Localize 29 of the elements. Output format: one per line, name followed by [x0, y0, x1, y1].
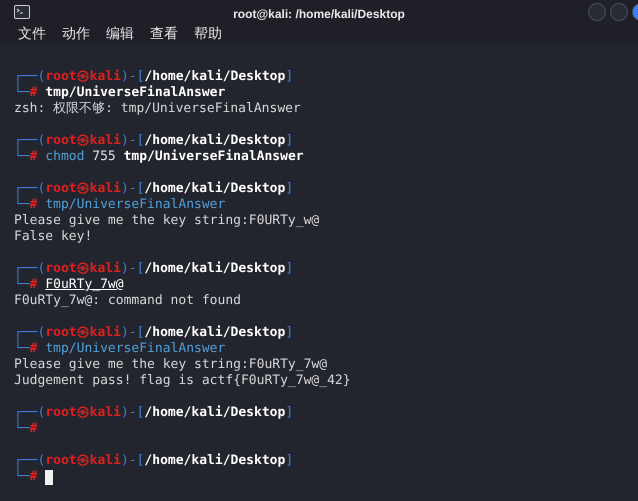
output-line: Please give me the key string:F0uRTy_7w@	[14, 357, 328, 373]
command-line: └─#	[14, 469, 38, 485]
prompt-line: ┌──(root㉿kali)-[/home/kali/Desktop]	[14, 405, 294, 420]
output-line: zsh: 权限不够: tmp/UniverseFinalAnswer	[14, 101, 301, 117]
prompt-line: ┌──(root㉿kali)-[/home/kali/Desktop]	[14, 181, 294, 196]
output-line: Judgement pass! flag is actf{F0uRTy_7w@_42}	[14, 373, 351, 389]
prompt-line: ┌──(root㉿kali)-[/home/kali/Desktop]	[14, 133, 294, 148]
menu-item[interactable]: 查看	[142, 25, 186, 44]
terminal-icon	[14, 4, 30, 19]
command-line: └─# tmp/UniverseFinalAnswer	[14, 341, 226, 357]
command-line: └─# tmp/UniverseFinalAnswer	[14, 197, 226, 213]
output-line: F0uRTy_7w@: command not found	[14, 293, 241, 309]
window-title: root@kali: /home/kali/Desktop	[233, 7, 405, 21]
command-line: └─# F0uRTy_7w@	[14, 277, 124, 293]
menu-item[interactable]: 文件	[10, 25, 54, 44]
prompt-line: ┌──(root㉿kali)-[/home/kali/Desktop]	[14, 325, 294, 340]
menu-item[interactable]: 帮助	[186, 25, 230, 44]
minimize-button[interactable]	[588, 2, 606, 21]
maximize-button[interactable]	[610, 2, 628, 21]
command-line: └─# chmod 755 tmp/UniverseFinalAnswer	[14, 149, 304, 165]
prompt-line: ┌──(root㉿kali)-[/home/kali/Desktop]	[14, 69, 294, 84]
command-line: └─# tmp/UniverseFinalAnswer	[14, 85, 226, 101]
command-line: └─#	[14, 421, 38, 437]
menu-item[interactable]: 编辑	[98, 25, 142, 44]
menu-item[interactable]: 动作	[54, 25, 98, 44]
prompt-line: ┌──(root㉿kali)-[/home/kali/Desktop]	[14, 261, 294, 276]
output-line: False key!	[14, 229, 92, 245]
output-line: Please give me the key string:F0URTy_w@	[14, 213, 320, 229]
prompt-line: ┌──(root㉿kali)-[/home/kali/Desktop]	[14, 453, 294, 468]
